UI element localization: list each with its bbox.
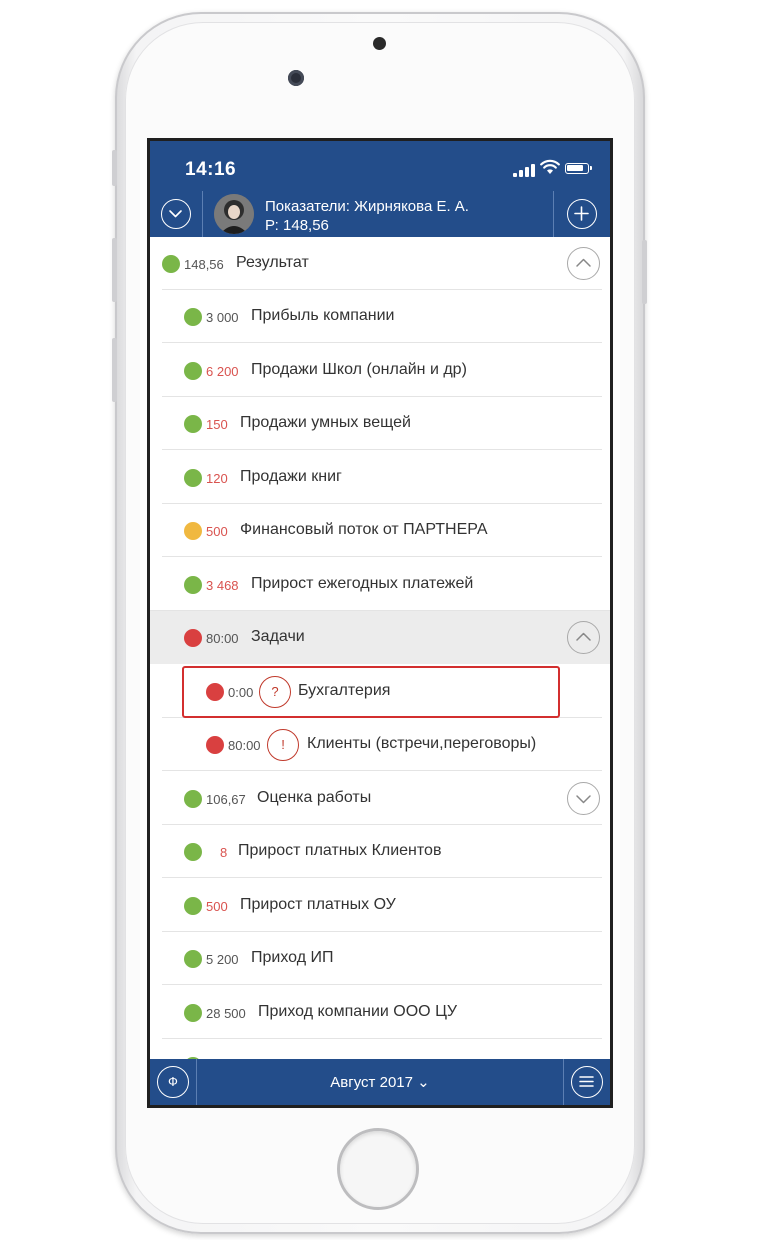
- status-dot: [162, 255, 180, 273]
- front-sensor: [373, 37, 386, 50]
- metric-row[interactable]: 150 Продажи умных вещей: [150, 397, 610, 450]
- status-dot: [184, 843, 202, 861]
- metric-label: Прирост ежегодных платежей: [251, 575, 474, 592]
- status-bar: 14:16: [150, 141, 610, 191]
- status-dot: [184, 1004, 202, 1022]
- front-camera: [288, 70, 304, 86]
- collapse-button[interactable]: [150, 191, 203, 237]
- metric-value: 28 500: [206, 1006, 246, 1021]
- mute-switch: [112, 150, 117, 186]
- metric-label: Прирост платных ОУ: [240, 896, 396, 913]
- chevron-down-icon: [161, 199, 191, 229]
- chevron-up-icon[interactable]: [567, 621, 600, 654]
- exclamation-icon[interactable]: !: [267, 729, 299, 761]
- metric-label: Продажи книг: [240, 468, 342, 485]
- metric-label: Финансовый поток от ПАРТНЕРА: [240, 521, 488, 538]
- app-screen: 14:16 Показатели: Жирнякова Е. А. Р: 148…: [150, 141, 610, 1105]
- page-subtitle: Р: 148,56: [265, 217, 329, 234]
- chevron-down-icon[interactable]: [567, 782, 600, 815]
- app-footer: Ф Август 2017 ⌄: [150, 1059, 610, 1105]
- metric-row[interactable]: 120 Продажи книг: [150, 451, 610, 504]
- plus-icon: [567, 199, 597, 229]
- task-label: Клиенты (встречи,переговоры): [307, 735, 537, 752]
- metric-label: Оценка работы: [257, 789, 372, 806]
- metric-label: Задачи: [251, 628, 305, 645]
- status-dot: [184, 308, 202, 326]
- metric-value: 500: [206, 899, 228, 914]
- avatar: [214, 194, 254, 234]
- task-row[interactable]: 80:00 ! Клиенты (встречи,переговоры): [150, 718, 610, 771]
- status-dot: [184, 576, 202, 594]
- volume-down-button: [112, 338, 117, 402]
- home-button[interactable]: [337, 1128, 419, 1210]
- metric-label: Продажи Школ (онлайн и др): [251, 361, 467, 378]
- metric-label: Продажи умных вещей: [240, 414, 411, 431]
- metric-row[interactable]: 500 Прирост платных ОУ: [150, 879, 610, 932]
- menu-button[interactable]: [563, 1059, 610, 1105]
- metric-row-result[interactable]: 148,56 Результат: [150, 237, 610, 290]
- metric-value: 80:00: [206, 631, 239, 646]
- status-dot: [184, 897, 202, 915]
- metric-row[interactable]: 8 Прирост платных Клиентов: [150, 825, 610, 878]
- status-dot: [206, 736, 224, 754]
- metric-value: 6 200: [206, 364, 239, 379]
- status-dot: [184, 950, 202, 968]
- metric-row[interactable]: 28 500 Приход компании ООО ЦУ: [150, 986, 610, 1039]
- chevron-up-icon[interactable]: [567, 247, 600, 280]
- volume-up-button: [112, 238, 117, 302]
- metric-value: 120: [206, 471, 228, 486]
- metric-value: 5 200: [206, 952, 239, 967]
- page-title: Показатели: Жирнякова Е. А.: [265, 198, 469, 215]
- metric-label: Приход компании ООО ЦУ: [258, 1003, 458, 1020]
- metric-value: 148,56: [184, 257, 224, 272]
- metric-row[interactable]: 5 200 Приход ИП: [150, 932, 610, 985]
- app-header: Показатели: Жирнякова Е. А. Р: 148,56: [150, 191, 610, 237]
- status-dot: [184, 469, 202, 487]
- metric-row-tasks[interactable]: 80:00 Задачи: [150, 611, 610, 664]
- metric-row[interactable]: 3 468 Прирост ежегодных платежей: [150, 558, 610, 611]
- month-selector[interactable]: Август 2017 ⌄: [150, 1073, 610, 1091]
- add-button[interactable]: [553, 191, 610, 237]
- metric-label: Приход ИП: [251, 949, 334, 966]
- phone-screen: 14:16 Показатели: Жирнякова Е. А. Р: 148…: [147, 138, 613, 1108]
- metric-row[interactable]: 6 200 Продажи Школ (онлайн и др): [150, 344, 610, 397]
- metric-value: 106,67: [206, 792, 246, 807]
- metric-value: 3 000: [206, 310, 239, 325]
- metric-value: 8: [220, 845, 228, 860]
- cellular-signal-icon: [513, 163, 537, 177]
- metric-value: 3 468: [206, 578, 239, 593]
- metric-row[interactable]: 500 Финансовый поток от ПАРТНЕРА: [150, 504, 610, 557]
- power-button: [642, 240, 647, 304]
- metric-row[interactable]: 3 000 Прибыль компании: [150, 290, 610, 343]
- menu-icon: [571, 1066, 603, 1098]
- status-time: 14:16: [185, 159, 237, 180]
- status-dot: [184, 629, 202, 647]
- metric-label: Прибыль компании: [251, 307, 395, 324]
- metric-value: 150: [206, 417, 228, 432]
- status-dot: [184, 415, 202, 433]
- selection-highlight: [182, 666, 560, 718]
- metric-label: Прирост платных Клиентов: [238, 842, 442, 859]
- task-value: 80:00: [228, 738, 261, 753]
- wifi-icon: [540, 159, 560, 174]
- battery-icon: [565, 163, 592, 174]
- metric-label: Результат: [236, 254, 309, 271]
- status-dot: [184, 362, 202, 380]
- metric-row-evaluation[interactable]: 106,67 Оценка работы: [150, 772, 610, 825]
- metric-value: 500: [206, 524, 228, 539]
- status-dot: [184, 790, 202, 808]
- status-dot: [184, 522, 202, 540]
